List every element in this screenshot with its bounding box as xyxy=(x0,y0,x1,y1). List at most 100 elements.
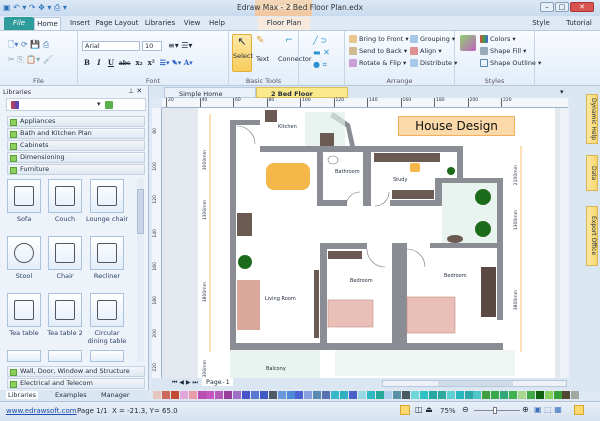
plant xyxy=(475,189,491,205)
toilet xyxy=(327,155,339,165)
dimension-label: 2100mm xyxy=(514,165,519,186)
color-swatch[interactable] xyxy=(215,391,224,399)
zoom-level: 75% xyxy=(440,407,456,415)
color-swatch[interactable] xyxy=(491,391,500,399)
export-office-tab[interactable]: Export Office xyxy=(586,206,598,266)
color-swatch[interactable] xyxy=(161,391,170,399)
color-swatch[interactable] xyxy=(188,391,197,399)
color-palette xyxy=(150,389,580,401)
dimension-label: 3000mm xyxy=(203,150,208,171)
color-swatch[interactable] xyxy=(197,391,206,399)
color-swatch[interactable] xyxy=(553,391,562,399)
cabinet xyxy=(237,213,252,236)
bed-2 xyxy=(406,296,456,334)
cursor-coordinates: X = -21.3, Y= 65.0 xyxy=(112,407,178,415)
color-swatch[interactable] xyxy=(322,391,331,399)
room-label: Bedroom xyxy=(444,273,467,279)
color-swatch[interactable] xyxy=(250,391,259,399)
dining-table xyxy=(266,163,310,190)
zoom-slider-thumb[interactable] xyxy=(493,407,497,414)
color-swatch[interactable] xyxy=(393,391,402,399)
color-swatch[interactable] xyxy=(375,391,384,399)
sofa xyxy=(237,280,260,330)
color-swatch[interactable] xyxy=(455,391,464,399)
room-label: Living Room xyxy=(265,296,296,302)
color-swatch[interactable] xyxy=(473,391,482,399)
plant xyxy=(447,167,455,175)
room-label: Bedroom xyxy=(350,278,373,284)
normal-view-icon[interactable] xyxy=(400,405,410,415)
dimension-label: 3800mm xyxy=(514,290,519,311)
website-link[interactable]: www.edrawsoft.com xyxy=(6,407,77,415)
color-swatch[interactable] xyxy=(384,391,393,399)
fullscreen-icon[interactable] xyxy=(574,405,584,415)
floor-plan[interactable] xyxy=(0,0,600,421)
color-swatch[interactable] xyxy=(482,391,491,399)
wardrobe-1 xyxy=(328,251,362,259)
view-mode-icons[interactable]: ◫ ⏏ xyxy=(415,405,433,414)
color-swatch[interactable] xyxy=(268,391,277,399)
color-swatch[interactable] xyxy=(366,391,375,399)
color-swatch[interactable] xyxy=(170,391,179,399)
color-swatch[interactable] xyxy=(295,391,304,399)
room-label: Kitchen xyxy=(278,124,297,130)
color-swatch[interactable] xyxy=(571,391,580,399)
color-swatch[interactable] xyxy=(277,391,286,399)
zoom-out-icon[interactable]: ⊖ xyxy=(462,405,469,414)
color-swatch[interactable] xyxy=(304,391,313,399)
study-desk xyxy=(374,153,440,162)
data-tab[interactable]: Data xyxy=(586,155,598,191)
study-shelf xyxy=(392,190,434,199)
room-label: Study xyxy=(393,177,408,183)
color-swatch[interactable] xyxy=(464,391,473,399)
room-label: Balcony xyxy=(266,366,286,372)
color-swatch[interactable] xyxy=(446,391,455,399)
color-swatch[interactable] xyxy=(544,391,553,399)
color-swatch[interactable] xyxy=(153,391,161,399)
side-table xyxy=(447,235,463,243)
zoom-slider[interactable] xyxy=(474,410,520,411)
fit-page-icons[interactable]: ▣ ⬚ ▦ xyxy=(534,405,562,414)
color-swatch[interactable] xyxy=(411,391,420,399)
color-swatch[interactable] xyxy=(233,391,242,399)
color-swatch[interactable] xyxy=(526,391,535,399)
horizontal-scrollbar[interactable] xyxy=(382,380,567,387)
color-swatch[interactable] xyxy=(242,391,250,399)
color-swatch[interactable] xyxy=(339,391,348,399)
color-swatch[interactable] xyxy=(420,391,428,399)
color-swatch[interactable] xyxy=(286,391,295,399)
room-label: Bathroom xyxy=(335,169,360,175)
color-swatch[interactable] xyxy=(509,391,517,399)
color-swatch[interactable] xyxy=(517,391,526,399)
color-swatch[interactable] xyxy=(313,391,322,399)
color-swatch[interactable] xyxy=(179,391,188,399)
color-swatch[interactable] xyxy=(535,391,544,399)
plant xyxy=(238,255,252,269)
stove xyxy=(265,110,277,122)
page-tab[interactable]: Page-1 xyxy=(202,378,234,386)
wardrobe-2 xyxy=(481,267,496,317)
plant xyxy=(475,221,491,237)
color-swatch[interactable] xyxy=(224,391,233,399)
color-swatch[interactable] xyxy=(402,391,411,399)
dynamic-help-tab[interactable]: Dynamic Help xyxy=(586,94,598,144)
color-swatch[interactable] xyxy=(259,391,268,399)
page-nav-arrows[interactable]: ⏮ ◀ ▶ ⏭ xyxy=(172,379,198,387)
color-swatch[interactable] xyxy=(348,391,357,399)
page-indicator: Page 1/1 xyxy=(77,407,108,415)
page-nav-bar: ⏮ ◀ ▶ ⏭ Page-1 xyxy=(152,378,570,389)
status-bar: www.edrawsoft.com Page 1/1 X = -21.3, Y=… xyxy=(0,401,600,421)
house-design-title[interactable]: House Design xyxy=(398,116,515,136)
kitchen-counter xyxy=(320,133,334,146)
tv-unit xyxy=(314,270,319,338)
color-swatch[interactable] xyxy=(357,391,366,399)
color-swatch[interactable] xyxy=(437,391,446,399)
color-swatch[interactable] xyxy=(562,391,571,399)
color-swatch[interactable] xyxy=(428,391,437,399)
color-swatch[interactable] xyxy=(331,391,339,399)
zoom-in-icon[interactable]: ⊕ xyxy=(522,405,529,414)
color-swatch[interactable] xyxy=(206,391,215,399)
vertical-scrollbar[interactable] xyxy=(560,108,569,378)
color-swatch[interactable] xyxy=(500,391,509,399)
dimension-label: 1300mm xyxy=(514,210,519,231)
